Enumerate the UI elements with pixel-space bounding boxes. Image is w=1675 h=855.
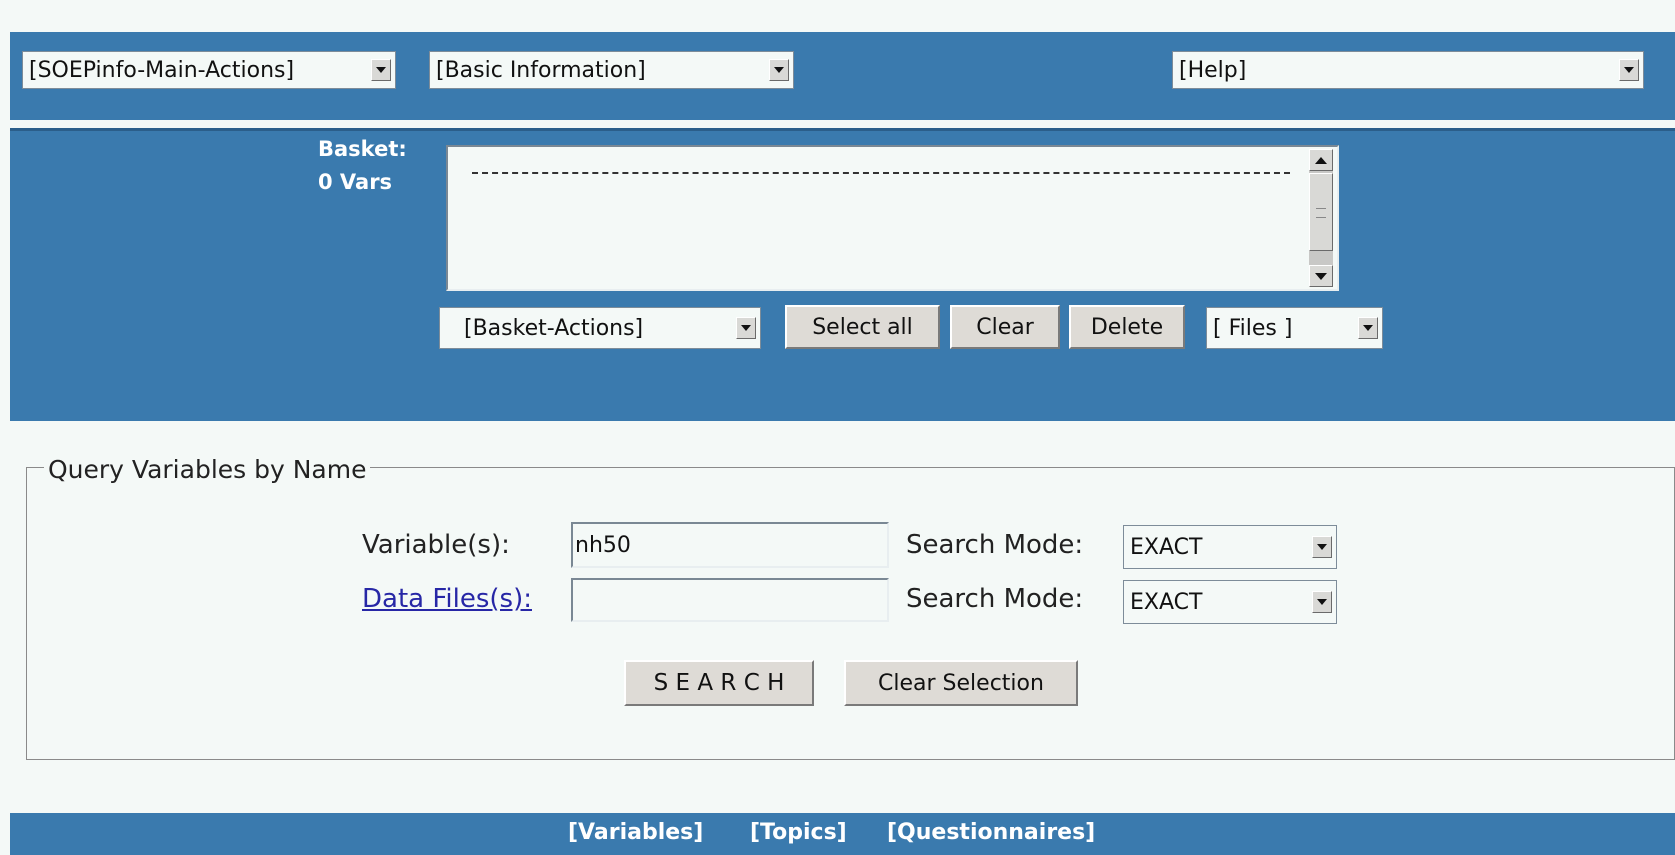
chevron-down-icon[interactable] <box>1312 591 1332 613</box>
search-mode-value-2: EXACT <box>1130 589 1203 615</box>
chevron-down-icon[interactable] <box>736 317 756 339</box>
basket-label: Basket: <box>318 137 407 161</box>
search-mode-select-2[interactable]: EXACT <box>1123 580 1337 624</box>
search-button[interactable]: S E A R C H <box>624 660 814 706</box>
basket-count: 0 Vars <box>318 170 393 194</box>
basket-actions-select[interactable]: [Basket-Actions] <box>439 307 761 349</box>
footer-link-questionnaires[interactable]: [Questionnaires] <box>887 820 1095 845</box>
files-select[interactable]: [ Files ] <box>1206 307 1383 349</box>
footer-link-variables[interactable]: [Variables] <box>568 820 703 845</box>
chevron-down-icon[interactable] <box>1619 59 1639 81</box>
help-label: [Help] <box>1179 57 1247 83</box>
basket-actions-label: [Basket-Actions] <box>464 315 644 341</box>
chevron-down-icon[interactable] <box>1312 536 1332 558</box>
search-mode-value-1: EXACT <box>1130 534 1203 560</box>
footer-link-topics[interactable]: [Topics] <box>750 820 847 845</box>
scroll-up-icon[interactable] <box>1309 149 1333 171</box>
select-all-button[interactable]: Select all <box>785 305 940 349</box>
main-actions-label: [SOEPinfo-Main-Actions] <box>29 57 295 83</box>
variables-input-value: nh50 <box>575 532 631 558</box>
query-legend: Query Variables by Name <box>44 455 371 484</box>
main-actions-select[interactable]: [SOEPinfo-Main-Actions] <box>22 51 396 89</box>
basic-information-label: [Basic Information] <box>436 57 646 83</box>
search-mode-label-2: Search Mode: <box>906 584 1084 614</box>
search-mode-select-1[interactable]: EXACT <box>1123 525 1337 569</box>
basket-list[interactable] <box>446 145 1339 291</box>
help-select[interactable]: [Help] <box>1172 51 1644 89</box>
basket-list-separator <box>472 172 1290 174</box>
variables-label: Variable(s): <box>362 530 510 560</box>
scroll-thumb[interactable] <box>1309 173 1333 251</box>
chevron-down-icon[interactable] <box>371 59 391 81</box>
data-files-link[interactable]: Data Files(s): <box>362 584 532 614</box>
chevron-down-icon[interactable] <box>1358 317 1378 339</box>
chevron-down-icon[interactable] <box>769 59 789 81</box>
variables-input[interactable]: nh50 <box>571 522 889 568</box>
clear-button[interactable]: Clear <box>950 305 1060 349</box>
basket-scrollbar[interactable] <box>1309 149 1333 287</box>
search-mode-label-1: Search Mode: <box>906 530 1084 560</box>
delete-button[interactable]: Delete <box>1069 305 1185 349</box>
data-files-input[interactable] <box>571 578 889 622</box>
clear-selection-button[interactable]: Clear Selection <box>844 660 1078 706</box>
files-label: [ Files ] <box>1213 315 1293 341</box>
basic-information-select[interactable]: [Basic Information] <box>429 51 794 89</box>
scroll-down-icon[interactable] <box>1309 265 1333 287</box>
